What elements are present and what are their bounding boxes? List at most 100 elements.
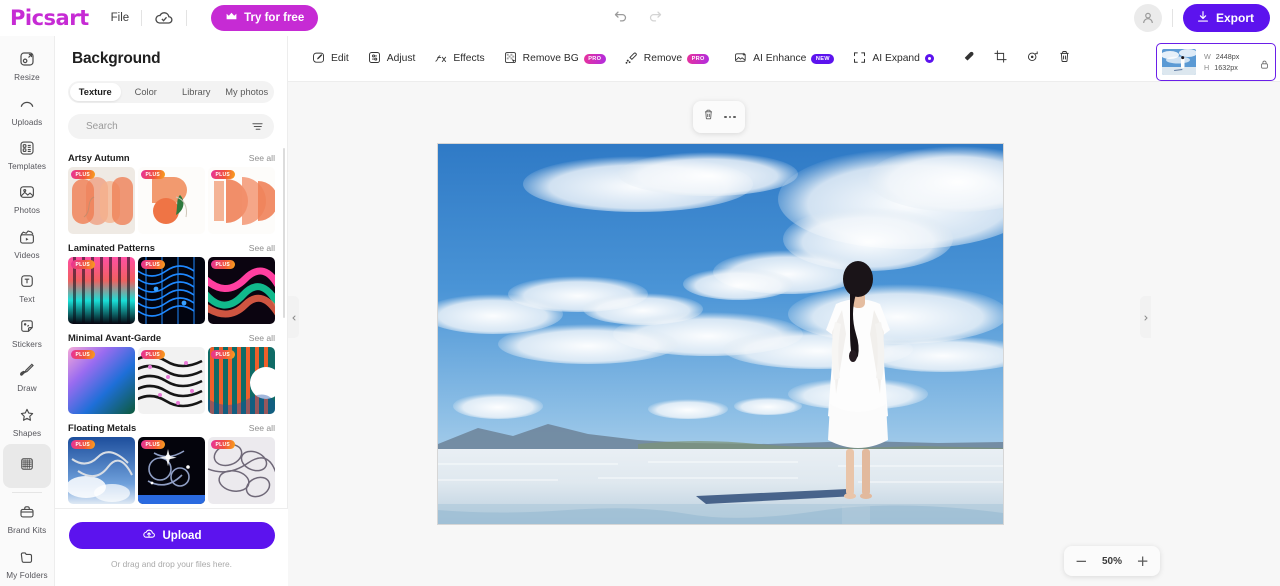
- tab-my-photos[interactable]: My photos: [222, 83, 273, 101]
- upload-button[interactable]: Upload: [68, 522, 275, 549]
- tool-edit[interactable]: Edit: [302, 46, 358, 72]
- panel-scrollbar[interactable]: [282, 148, 285, 318]
- delete-icon[interactable]: [702, 108, 715, 126]
- sidebar-label: Stickers: [12, 339, 42, 349]
- zoom-level: 50%: [1101, 555, 1122, 567]
- chevron-right-icon: [1143, 308, 1149, 326]
- more-options-icon[interactable]: [724, 115, 736, 119]
- width-value: 2448px: [1215, 52, 1240, 61]
- tool-label: Adjust: [386, 53, 416, 64]
- image-canvas[interactable]: [438, 144, 1003, 524]
- avatar[interactable]: [1133, 4, 1162, 32]
- see-all-link[interactable]: See all: [249, 423, 275, 433]
- texture-thumbnail[interactable]: PLUS: [68, 437, 135, 504]
- plus-badge: PLUS: [211, 440, 235, 450]
- sidebar-label: Draw: [17, 384, 37, 394]
- search-input[interactable]: [86, 121, 251, 132]
- tool-eraser[interactable]: [955, 46, 983, 72]
- see-all-link[interactable]: See all: [249, 243, 275, 253]
- layer-thumbnail: [1162, 49, 1196, 75]
- sidebar-item-templates[interactable]: Templates: [3, 133, 51, 177]
- tab-color[interactable]: Color: [121, 83, 172, 101]
- sidebar-label: Text: [19, 295, 35, 305]
- sidebar-item-my-folders[interactable]: My Folders: [3, 542, 51, 586]
- undo-icon[interactable]: [613, 9, 628, 29]
- sidebar-item-text[interactable]: Text: [3, 266, 51, 310]
- plus-badge: PLUS: [141, 170, 165, 180]
- texture-thumbnail[interactable]: PLUS: [138, 167, 205, 234]
- height-value: 1632px: [1214, 63, 1238, 72]
- sidebar-label: Templates: [7, 162, 47, 172]
- tool-crop[interactable]: [987, 46, 1015, 72]
- expand-right-panel-button[interactable]: [1140, 296, 1151, 338]
- sidebar-item-photos[interactable]: Photos: [3, 177, 51, 221]
- texture-thumbnail[interactable]: PLUS: [208, 347, 275, 414]
- picsart-logo[interactable]: Picsart: [10, 6, 89, 30]
- section-title: Floating Metals: [68, 422, 137, 433]
- thumbnail-row: PLUS PLUS PLUS: [68, 347, 275, 414]
- plus-badge: PLUS: [211, 260, 235, 270]
- see-all-link[interactable]: See all: [249, 333, 275, 343]
- removebg-icon: [503, 50, 518, 68]
- texture-thumbnail[interactable]: PLUS: [68, 167, 135, 234]
- sidebar-item-videos[interactable]: Videos: [3, 222, 51, 266]
- lock-icon[interactable]: [1259, 57, 1270, 69]
- sidebar-item-draw[interactable]: Draw: [3, 355, 51, 399]
- uploads-icon: [18, 95, 36, 115]
- zoom-out-button[interactable]: −: [1075, 553, 1088, 569]
- tool-adjust[interactable]: Adjust: [358, 46, 425, 72]
- sidebar-label: Photos: [13, 206, 41, 216]
- cloud-save-icon[interactable]: [154, 8, 174, 28]
- redo-icon[interactable]: [648, 9, 663, 29]
- see-all-link[interactable]: See all: [249, 153, 275, 163]
- resize-icon: [18, 50, 36, 70]
- tab-texture[interactable]: Texture: [70, 83, 121, 101]
- tool-rotate[interactable]: [1019, 46, 1047, 72]
- photos-icon: [18, 183, 36, 203]
- brandkits-icon: [18, 503, 36, 523]
- texture-thumbnail[interactable]: PLUS: [208, 257, 275, 324]
- divider: [1171, 9, 1173, 27]
- sidebar-label: My Folders: [6, 570, 48, 580]
- drag-drop-hint: Or drag and drop your files here.: [110, 559, 233, 569]
- panel-tabs: Texture Color Library My photos: [68, 81, 274, 103]
- tool-delete[interactable]: [1051, 46, 1079, 72]
- filter-icon[interactable]: [251, 120, 264, 133]
- layer-card[interactable]: W 2448px H 1632px: [1156, 43, 1276, 81]
- collapse-left-panel-button[interactable]: [288, 296, 299, 338]
- sidebar-label: Shapes: [12, 428, 42, 438]
- sidebar-item-brand-kits[interactable]: Brand Kits: [3, 497, 51, 541]
- texture-thumbnail[interactable]: PLUS: [208, 167, 275, 234]
- tab-library[interactable]: Library: [171, 83, 222, 101]
- canvas-workspace: − 50% +: [288, 82, 1280, 586]
- tool-ai-expand[interactable]: AI Expand: [843, 46, 943, 72]
- sidebar-item-stickers[interactable]: Stickers: [3, 311, 51, 355]
- tool-label: AI Expand: [872, 53, 920, 64]
- sidebar-item-background[interactable]: [3, 443, 51, 489]
- tool-label: Remove BG: [522, 53, 579, 64]
- tool-label: Remove: [643, 53, 683, 64]
- section-header: Artsy Autumn See all: [68, 152, 275, 163]
- section-title: Laminated Patterns: [68, 242, 156, 253]
- texture-thumbnail[interactable]: PLUS: [138, 347, 205, 414]
- texture-thumbnail[interactable]: PLUS: [68, 347, 135, 414]
- export-button[interactable]: Export: [1182, 4, 1270, 32]
- texture-thumbnail[interactable]: PLUS: [138, 437, 205, 504]
- plus-badge: PLUS: [211, 350, 235, 360]
- tool-remove[interactable]: Remove PRO: [615, 46, 718, 72]
- try-for-free-button[interactable]: Try for free: [211, 5, 319, 31]
- zoom-in-button[interactable]: +: [1136, 553, 1149, 569]
- menu-file[interactable]: File: [111, 12, 130, 24]
- sidebar-item-resize[interactable]: Resize: [3, 44, 51, 88]
- tool-effects[interactable]: Effects: [424, 46, 493, 72]
- texture-thumbnail[interactable]: PLUS: [208, 437, 275, 504]
- sidebar-item-uploads[interactable]: Uploads: [3, 88, 51, 132]
- tool-ai-enhance[interactable]: AI Enhance NEW: [724, 46, 843, 72]
- sidebar-item-shapes[interactable]: Shapes: [3, 399, 51, 443]
- plus-badge: PLUS: [71, 350, 95, 360]
- texture-thumbnail[interactable]: PLUS: [68, 257, 135, 324]
- top-bar-right: Export: [1133, 4, 1270, 32]
- section-header: Floating Metals See all: [68, 422, 275, 433]
- tool-remove-bg[interactable]: Remove BG PRO: [494, 46, 615, 72]
- texture-thumbnail[interactable]: PLUS: [138, 257, 205, 324]
